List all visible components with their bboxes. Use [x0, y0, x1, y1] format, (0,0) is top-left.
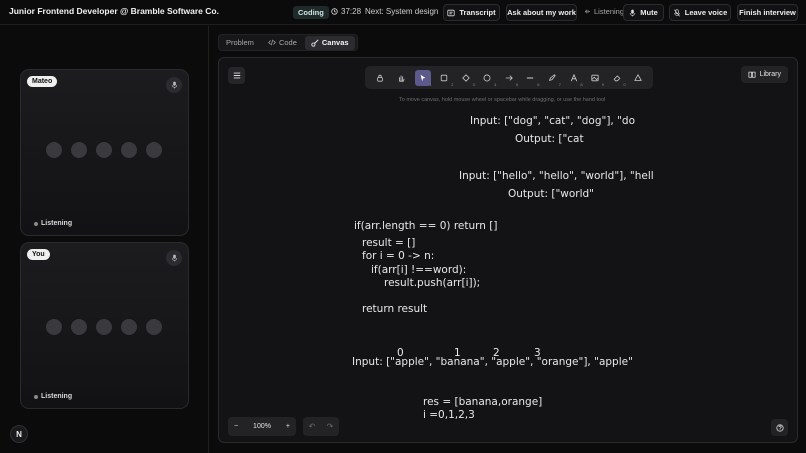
- handwriting-text[interactable]: res = [banana,orange]: [423, 396, 542, 408]
- clock-icon: [331, 8, 338, 15]
- participant-name: You: [27, 249, 50, 260]
- selection-tool[interactable]: 1: [414, 69, 432, 87]
- participant-card-interviewer: Mateo Listening: [20, 69, 189, 236]
- handwriting-text[interactable]: result = []: [362, 237, 415, 249]
- finish-label: Finish interview: [739, 8, 796, 17]
- participant-status: Listening: [34, 393, 72, 400]
- image-icon: [591, 74, 599, 81]
- lock-icon: [376, 74, 383, 82]
- circle-icon: [483, 74, 491, 81]
- microphone-off-icon: [673, 8, 680, 17]
- cursor-icon: [420, 74, 426, 81]
- canvas-menu-button[interactable]: [228, 67, 245, 84]
- handwriting-text[interactable]: if(arr[i] !==word):: [371, 264, 466, 276]
- handwriting-text[interactable]: if(arr.length == 0) return []: [354, 220, 497, 232]
- transcript-label: Transcript: [459, 8, 496, 17]
- shapes-icon: [634, 73, 643, 81]
- handwriting-text[interactable]: Input: ["dog", "cat", "dog"], "do: [470, 115, 635, 127]
- tab-canvas[interactable]: Canvas: [304, 35, 355, 50]
- rectangle-tool[interactable]: 2: [436, 70, 453, 87]
- hand-icon: [399, 75, 405, 82]
- diamond-icon: [462, 73, 470, 82]
- undo-icon[interactable]: ↶: [309, 422, 316, 431]
- library-button[interactable]: Library: [740, 66, 788, 83]
- arrow-tool[interactable]: 5: [501, 70, 518, 87]
- top-bar: Junior Frontend Developer @ Bramble Soft…: [0, 0, 806, 25]
- image-tool[interactable]: 9: [587, 70, 604, 87]
- leave-voice-button[interactable]: Leave voice: [669, 4, 731, 21]
- library-label: Library: [759, 71, 781, 78]
- lock-tool[interactable]: [372, 70, 388, 86]
- handwriting-text[interactable]: Input: ["apple", "banana", "apple", "ora…: [352, 356, 633, 368]
- help-button[interactable]: [771, 419, 788, 436]
- handwriting-text[interactable]: Output: ["cat: [515, 133, 584, 145]
- extra-tools[interactable]: [630, 70, 646, 86]
- book-icon: [748, 71, 756, 78]
- pencil-icon: [548, 73, 556, 81]
- tab-problem[interactable]: Problem: [220, 36, 260, 50]
- next-section-label: Next: System design: [365, 7, 439, 16]
- eraser-tool[interactable]: 0: [609, 70, 626, 87]
- hand-tool[interactable]: [393, 70, 409, 86]
- handwriting-text[interactable]: for i = 0 -> n:: [362, 250, 434, 262]
- finish-interview-button[interactable]: Finish interview: [737, 4, 798, 21]
- handwriting-text[interactable]: i =0,1,2,3: [423, 409, 475, 421]
- sound-wave-icon: [584, 9, 591, 14]
- draw-tool[interactable]: 7: [544, 70, 561, 87]
- square-icon: [441, 74, 448, 81]
- handwriting-text[interactable]: Input: ["hello", "hello", "world"], "hel…: [459, 170, 654, 182]
- redo-icon[interactable]: ↷: [327, 422, 334, 431]
- voice-activity-dots: [46, 319, 162, 335]
- voice-activity-dots: [46, 142, 162, 158]
- canvas-hint: To move canvas, hold mouse wheel or spac…: [399, 97, 606, 103]
- canvas-icon: [311, 38, 319, 47]
- participants-panel: Mateo Listening You Listening N: [0, 26, 209, 453]
- line-tool[interactable]: 6: [522, 70, 539, 87]
- handwriting-text[interactable]: return result: [362, 303, 427, 315]
- timer: 37:28: [331, 7, 361, 16]
- listening-indicator: Listening: [584, 7, 624, 16]
- line-icon: [527, 77, 534, 78]
- hamburger-icon: [233, 72, 240, 79]
- transcript-button[interactable]: Transcript: [443, 4, 500, 21]
- diamond-tool[interactable]: 3: [458, 70, 475, 87]
- zoom-out-button[interactable]: −: [234, 423, 238, 430]
- drawing-toolbar: 1 2 3 4 5 6 7 8 9 0: [365, 66, 653, 89]
- mode-badge: Coding: [293, 6, 329, 19]
- arrow-right-icon: [505, 74, 513, 81]
- whiteboard-canvas[interactable]: 1 2 3 4 5 6 7 8 9 0 Library To move canv…: [218, 57, 798, 443]
- timer-value: 37:28: [341, 7, 362, 16]
- ellipse-tool[interactable]: 4: [479, 70, 496, 87]
- tab-code[interactable]: Code: [262, 36, 303, 50]
- leave-voice-label: Leave voice: [684, 8, 728, 17]
- mute-button[interactable]: Mute: [623, 4, 664, 21]
- microphone-icon: [166, 77, 182, 93]
- participant-name: Mateo: [27, 76, 58, 87]
- participant-status: Listening: [34, 220, 72, 227]
- text-tool[interactable]: 8: [566, 70, 583, 87]
- code-icon: [268, 39, 276, 46]
- handwriting-text[interactable]: Output: ["world": [508, 188, 594, 200]
- handwriting-text[interactable]: result.push(arr[i]);: [384, 277, 480, 289]
- microphone-icon: [166, 250, 182, 266]
- history-controls: ↶ ↷: [303, 417, 339, 436]
- mute-label: Mute: [640, 8, 658, 17]
- participant-card-you: You Listening: [20, 242, 189, 409]
- interview-title: Junior Frontend Developer @ Bramble Soft…: [9, 6, 219, 16]
- text-icon: [570, 73, 577, 81]
- view-tabs: Problem Code Canvas: [218, 34, 358, 51]
- listening-label: Listening: [594, 7, 625, 16]
- zoom-controls: − 100% +: [228, 417, 296, 436]
- ask-label: Ask about my work: [507, 8, 576, 17]
- transcript-icon: [447, 9, 455, 16]
- zoom-in-button[interactable]: +: [286, 423, 290, 430]
- microphone-icon: [630, 9, 636, 16]
- app-logo[interactable]: N: [10, 425, 28, 443]
- zoom-level[interactable]: 100%: [253, 423, 271, 430]
- eraser-icon: [613, 74, 620, 81]
- ask-about-work-button[interactable]: Ask about my work: [506, 4, 577, 21]
- help-icon: [775, 423, 784, 432]
